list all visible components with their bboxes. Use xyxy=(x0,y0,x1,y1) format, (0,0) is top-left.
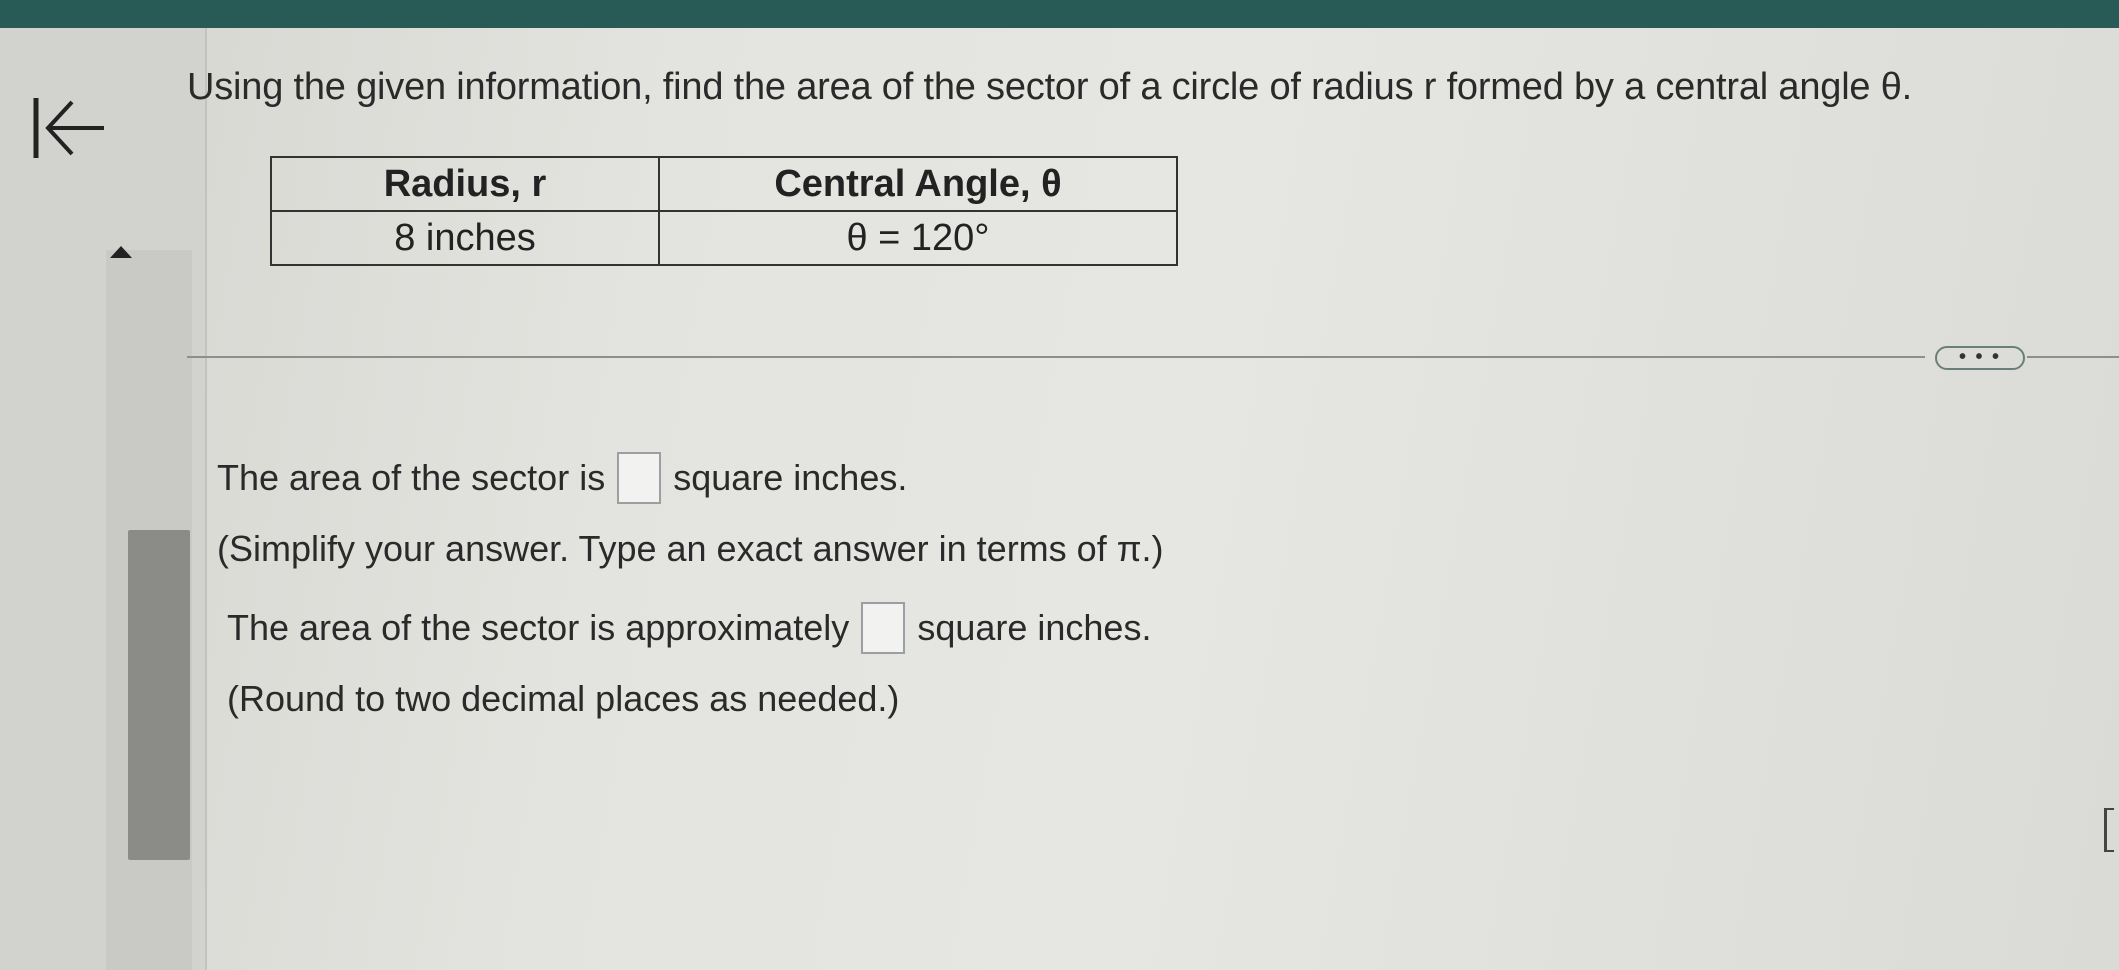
section-divider-right xyxy=(2027,356,2119,358)
answer1-line: The area of the sector is square inches. xyxy=(217,452,907,504)
table-row: 8 inches θ = 120° xyxy=(270,210,1178,266)
exact-area-input[interactable] xyxy=(617,452,662,504)
screen: Using the given information, find the ar… xyxy=(0,0,2119,970)
cell-radius-value: 8 inches xyxy=(270,210,660,266)
question-text: Using the given information, find the ar… xyxy=(187,66,1913,108)
answer1-prefix: The area of the sector is xyxy=(217,457,606,498)
answer1-suffix: square inches. xyxy=(673,457,908,498)
table-header-row: Radius, r Central Angle, θ xyxy=(270,156,1178,212)
answer2-suffix: square inches. xyxy=(917,607,1152,648)
left-panel xyxy=(0,28,207,970)
top-bar xyxy=(0,0,2119,28)
answer2-hint: (Round to two decimal places as needed.) xyxy=(227,678,900,719)
cell-angle-value: θ = 120° xyxy=(658,210,1178,266)
triangle-up-icon[interactable] xyxy=(110,246,132,258)
answer1-hint: (Simplify your answer. Type an exact ans… xyxy=(217,528,1164,569)
section-divider xyxy=(187,356,1925,358)
scrollbar-thumb[interactable] xyxy=(128,530,190,860)
answer2-prefix: The area of the sector is approximately xyxy=(227,607,850,648)
header-central-angle: Central Angle, θ xyxy=(658,156,1178,212)
collapse-left-icon[interactable] xyxy=(28,92,108,164)
given-info-table: Radius, r Central Angle, θ 8 inches θ = … xyxy=(270,156,1178,266)
approx-area-input[interactable] xyxy=(861,602,906,654)
question-content: Using the given information, find the ar… xyxy=(187,28,2119,970)
more-options-button[interactable]: • • • xyxy=(1935,346,2025,370)
right-edge-bracket xyxy=(2104,808,2114,852)
answer2-line: The area of the sector is approximately … xyxy=(227,602,1151,654)
header-radius: Radius, r xyxy=(270,156,660,212)
